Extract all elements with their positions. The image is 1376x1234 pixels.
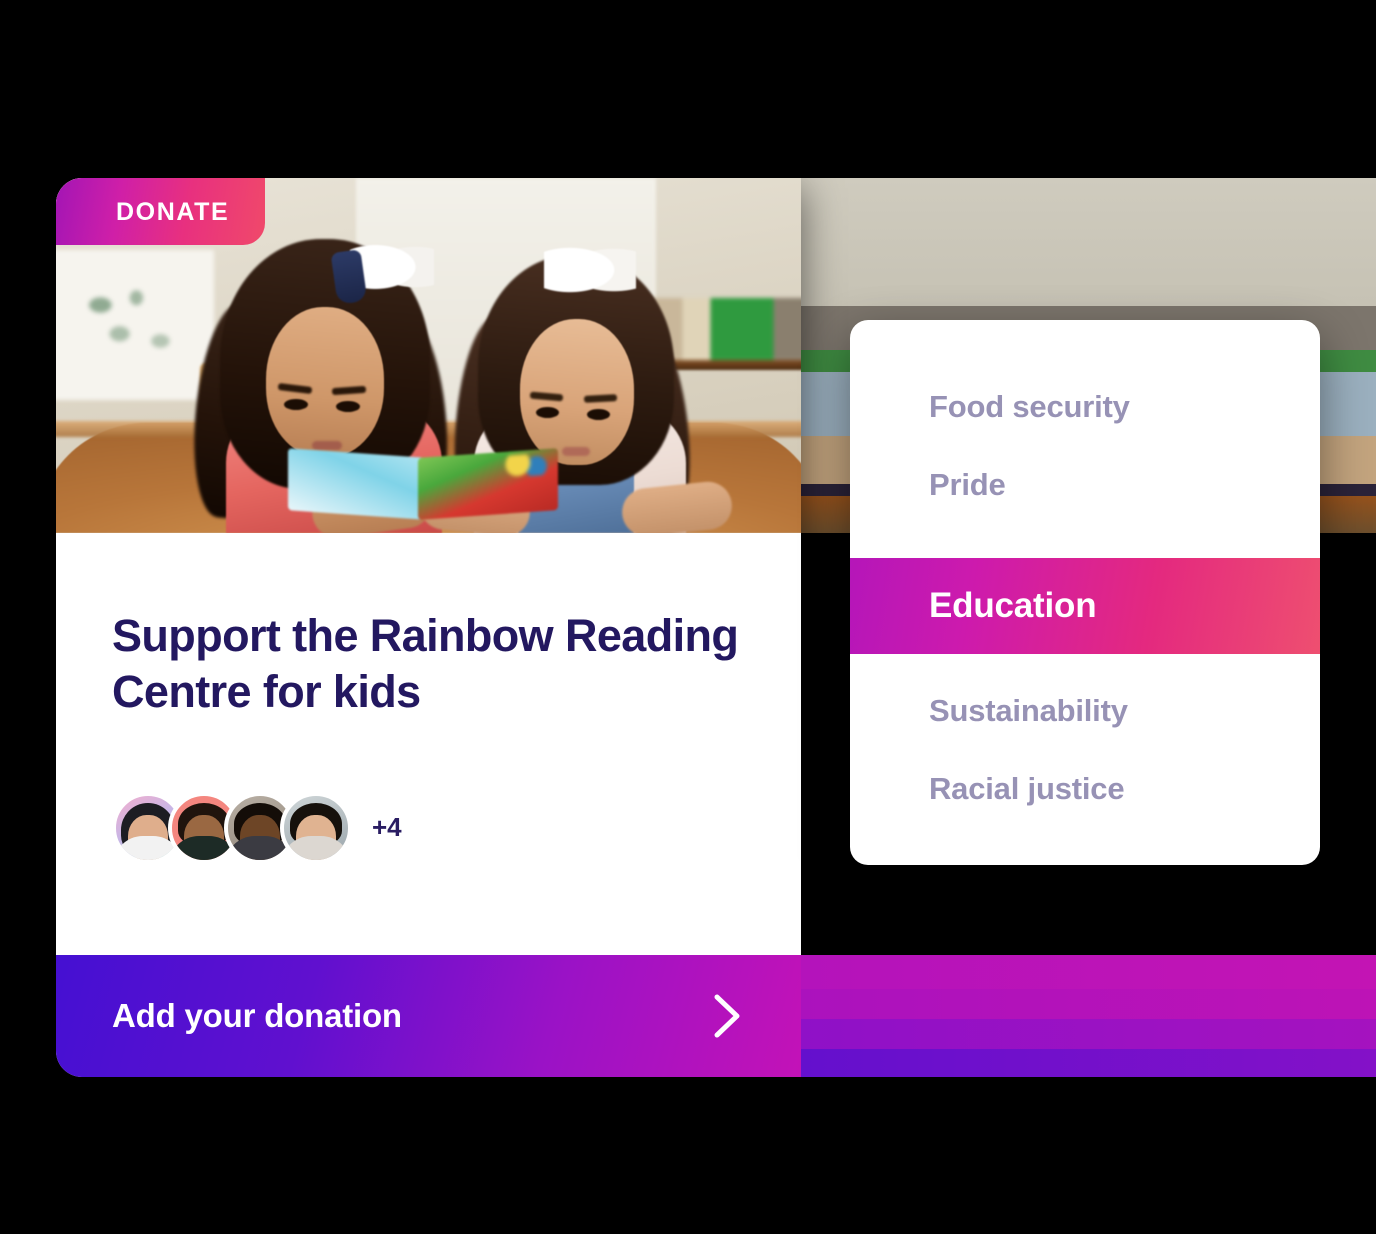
page-title: Support the Rainbow Reading Centre for k… bbox=[112, 610, 739, 717]
add-donation-button[interactable]: Add your donation bbox=[56, 955, 801, 1077]
hair-bow-icon bbox=[544, 237, 636, 303]
add-donation-label: Add your donation bbox=[112, 997, 402, 1034]
cta-bleed-strip bbox=[800, 955, 1376, 1077]
avatar-stack bbox=[112, 791, 352, 864]
cta-band-2 bbox=[800, 989, 1376, 1019]
dropdown-item-pride[interactable]: Pride bbox=[850, 446, 1320, 524]
donate-badge: DONATE bbox=[56, 178, 266, 245]
dropdown-item-food-security[interactable]: Food security bbox=[850, 368, 1320, 446]
dropdown-item-sustainability[interactable]: Sustainability bbox=[850, 672, 1320, 750]
avatar[interactable] bbox=[280, 791, 352, 864]
picture-book bbox=[288, 448, 558, 520]
cta-band-1 bbox=[800, 955, 1376, 989]
cta-band-4 bbox=[800, 1049, 1376, 1077]
chevron-right-icon bbox=[711, 993, 745, 1039]
cta-band-3 bbox=[800, 1019, 1376, 1049]
dropdown-item-education[interactable]: Education bbox=[850, 558, 1320, 654]
donation-card: DONATE Support the Rainbow Reading Centr… bbox=[56, 178, 801, 1077]
category-dropdown[interactable]: Food security Pride Education Sustainabi… bbox=[850, 320, 1320, 865]
supporters-row: +4 bbox=[112, 791, 745, 864]
dropdown-item-racial-justice[interactable]: Racial justice bbox=[850, 750, 1320, 828]
photo-band-wall bbox=[800, 178, 1376, 306]
campaign-photo: DONATE bbox=[56, 178, 801, 533]
additional-supporters-count: +4 bbox=[372, 812, 402, 843]
card-body: Support the Rainbow Reading Centre for k… bbox=[56, 533, 801, 955]
